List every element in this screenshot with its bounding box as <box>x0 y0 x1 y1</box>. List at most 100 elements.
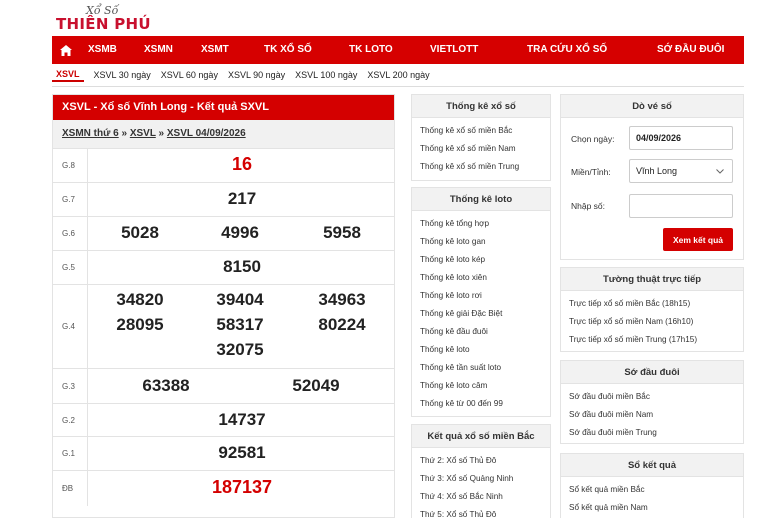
prize-number: 52049 <box>292 376 340 395</box>
chevron-down-icon <box>716 169 724 174</box>
nav-item-vietlott[interactable]: VIETLOTT <box>430 44 478 55</box>
site-logo[interactable]: Xổ Số THIÊN PHÚ <box>56 4 151 33</box>
nav-item-tk-xoso[interactable]: TK XỔ SỐ <box>264 44 312 55</box>
breadcrumb: XSMN thứ 6 » XSVL » XSVL 04/09/2026 <box>53 120 394 148</box>
prize-row-g2: G.2 14737 <box>53 403 394 436</box>
prize-number: 5028 <box>121 223 159 242</box>
breadcrumb-xsmn-thu6[interactable]: XSMN thứ 6 <box>62 128 119 139</box>
so-dau-duoi-link[interactable]: Sớ đầu đuôi miền Bắc <box>569 388 743 406</box>
prize-number: 32075 <box>216 340 264 359</box>
logo-title: THIÊN PHÚ <box>56 15 151 33</box>
prize-label: G.5 <box>53 251 88 284</box>
truc-tiep-link[interactable]: Trực tiếp xổ số miền Nam (16h10) <box>569 313 743 331</box>
tk-loto-link[interactable]: Thống kê loto gan <box>420 233 550 251</box>
prize-number: 5958 <box>323 223 361 242</box>
do-ve-so-title: Dò vé số <box>561 95 743 118</box>
subnav-xsvl[interactable]: XSVL <box>52 69 84 82</box>
nav-item-tk-loto[interactable]: TK LOTO <box>349 44 393 55</box>
prize-label: G.2 <box>53 404 88 436</box>
prize-number: 39404 <box>216 290 264 309</box>
tk-loto-box: Thống kê loto Thống kê tổng hợp Thống kê… <box>411 187 551 417</box>
breadcrumb-xsvl[interactable]: XSVL <box>130 128 156 139</box>
subnav-xsvl-30[interactable]: XSVL 30 ngày <box>94 70 151 80</box>
tk-loto-link[interactable]: Thống kê loto xiên <box>420 269 550 287</box>
prize-row-g5: G.5 8150 <box>53 250 394 284</box>
home-icon[interactable] <box>56 36 76 64</box>
subnav-divider <box>52 86 744 87</box>
tk-loto-link[interactable]: Thống kê loto kép <box>420 251 550 269</box>
tk-loto-link[interactable]: Thống kê tổng hợp <box>420 215 550 233</box>
prize-number: 92581 <box>218 443 266 462</box>
truc-tiep-link[interactable]: Trực tiếp xổ số miền Trung (17h15) <box>569 331 743 349</box>
tuong-thuat-title: Tường thuật trực tiếp <box>561 268 743 291</box>
prize-label: G.8 <box>53 149 88 182</box>
so-dau-duoi-title: Sớ đầu đuôi <box>561 361 743 384</box>
nav-item-xsmb[interactable]: XSMB <box>88 44 117 55</box>
date-value: 04/09/2026 <box>636 133 682 143</box>
nav-item-so-dau-duoi[interactable]: SỚ ĐẦU ĐUÔI <box>657 44 724 55</box>
main-nav: XSMB XSMN XSMT TK XỔ SỐ TK LOTO VIETLOTT… <box>52 36 744 64</box>
number-input[interactable] <box>629 194 733 218</box>
so-dau-duoi-link[interactable]: Sớ đầu đuôi miền Trung <box>569 424 743 442</box>
breadcrumb-sep: » <box>158 128 165 139</box>
province-value: Vĩnh Long <box>636 166 678 176</box>
prize-number: 8150 <box>223 257 261 276</box>
tk-loto-link[interactable]: Thống kê loto câm <box>420 377 550 395</box>
province-label: Miền/Tỉnh: <box>571 167 611 177</box>
prize-row-g1: G.1 92581 <box>53 436 394 470</box>
prize-number: 80224 <box>318 315 366 334</box>
kq-mien-bac-link[interactable]: Thứ 5: Xổ số Thủ Đô <box>420 506 550 518</box>
tk-loto-title: Thống kê loto <box>412 188 550 211</box>
so-ket-qua-link[interactable]: Sổ kết quả miền Bắc <box>569 481 743 499</box>
subnav-xsvl-200[interactable]: XSVL 200 ngày <box>367 70 429 80</box>
tk-xoso-link[interactable]: Thống kê xổ số miền Nam <box>420 140 550 158</box>
tk-loto-link[interactable]: Thống kê từ 00 đến 99 <box>420 395 550 413</box>
tk-xoso-link[interactable]: Thống kê xổ số miền Trung <box>420 158 550 176</box>
truc-tiep-link[interactable]: Trực tiếp xổ số miền Bắc (18h15) <box>569 295 743 313</box>
xem-ket-qua-button[interactable]: Xem kết quả <box>663 228 733 251</box>
subnav-xsvl-90[interactable]: XSVL 90 ngày <box>228 70 285 80</box>
kq-mien-bac-link[interactable]: Thứ 2: Xổ số Thủ Đô <box>420 452 550 470</box>
prize-number-special: 187137 <box>211 477 273 497</box>
prize-label: ĐB <box>53 471 88 506</box>
so-dau-duoi-link[interactable]: Sớ đầu đuôi miền Nam <box>569 406 743 424</box>
nav-item-tra-cuu[interactable]: TRA CỨU XỔ SỐ <box>527 44 607 55</box>
do-ve-so-box: Dò vé số Chọn ngày: 04/09/2026 Miền/Tỉnh… <box>560 94 744 260</box>
subnav-xsvl-100[interactable]: XSVL 100 ngày <box>295 70 357 80</box>
prize-row-g7: G.7 217 <box>53 182 394 216</box>
so-ket-qua-link[interactable]: Sổ kết quả miền Nam <box>569 499 743 517</box>
kq-mien-bac-link[interactable]: Thứ 3: Xổ số Quảng Ninh <box>420 470 550 488</box>
tk-loto-link[interactable]: Thống kê loto rơi <box>420 287 550 305</box>
province-select[interactable]: Vĩnh Long <box>629 159 733 183</box>
tk-loto-link[interactable]: Thống kê tần suất loto <box>420 359 550 377</box>
prize-row-db: ĐB 187137 <box>53 470 394 506</box>
prize-label: G.1 <box>53 437 88 470</box>
prize-number: 4996 <box>221 223 259 242</box>
so-dau-duoi-box: Sớ đầu đuôi Sớ đầu đuôi miền Bắc Sớ đầu … <box>560 360 744 444</box>
kq-mien-bac-title: Kết quả xổ số miền Bắc <box>412 425 550 448</box>
tk-loto-link[interactable]: Thống kê loto <box>420 341 550 359</box>
date-input[interactable]: 04/09/2026 <box>629 126 733 150</box>
prize-number: 16 <box>231 154 253 174</box>
nav-item-xsmt[interactable]: XSMT <box>201 44 229 55</box>
breadcrumb-sep: » <box>121 128 128 139</box>
prize-number: 58317 <box>216 315 264 334</box>
kq-mien-bac-link[interactable]: Thứ 4: Xổ số Bắc Ninh <box>420 488 550 506</box>
prize-label: G.4 <box>53 285 88 368</box>
prize-row-g3: G.3 63388 52049 <box>53 368 394 403</box>
date-label: Chọn ngày: <box>571 134 615 144</box>
tk-loto-link[interactable]: Thống kê giải Đặc Biệt <box>420 305 550 323</box>
so-ket-qua-title: Sổ kết quả <box>561 454 743 477</box>
prize-label: G.6 <box>53 217 88 250</box>
tk-xoso-link[interactable]: Thống kê xổ số miền Bắc <box>420 122 550 140</box>
tk-loto-link[interactable]: Thống kê đầu đuôi <box>420 323 550 341</box>
nav-item-xsmn[interactable]: XSMN <box>144 44 173 55</box>
prize-label: G.3 <box>53 369 88 403</box>
prize-number: 34820 <box>116 290 164 309</box>
prize-number: 34963 <box>318 290 366 309</box>
breadcrumb-xsvl-date[interactable]: XSVL 04/09/2026 <box>167 128 246 139</box>
kq-mien-bac-box: Kết quả xổ số miền Bắc Thứ 2: Xổ số Thủ … <box>411 424 551 518</box>
result-title: XSVL - Xổ số Vĩnh Long - Kết quả SXVL <box>53 95 394 120</box>
prize-label: G.7 <box>53 183 88 216</box>
subnav-xsvl-60[interactable]: XSVL 60 ngày <box>161 70 218 80</box>
